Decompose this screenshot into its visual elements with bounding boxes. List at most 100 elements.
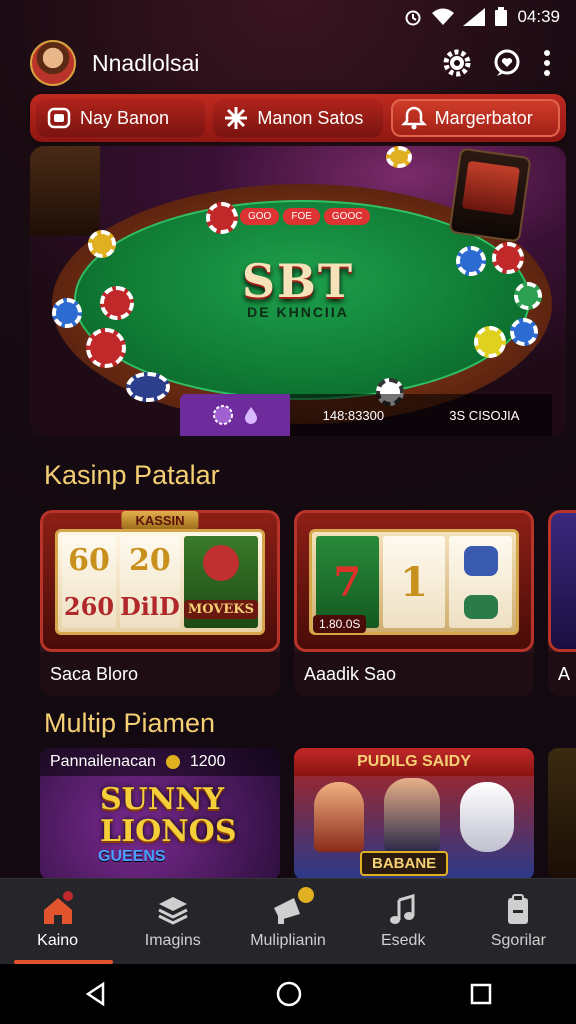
game-tile-footer: BABANE [360, 851, 449, 876]
hero-footer: 148:83300 3S CISOJIA [180, 394, 552, 436]
tab-category-1[interactable]: Nay Banon [36, 99, 206, 137]
game-tile[interactable]: A [548, 510, 576, 696]
gear-icon[interactable] [442, 48, 472, 78]
slot-cabinet-illustration [30, 146, 100, 236]
reel-symbol: 260 [63, 592, 115, 621]
chip-icon [213, 405, 233, 425]
avatar[interactable] [30, 40, 76, 86]
star-icon [225, 107, 248, 129]
tab-label: Nay Banon [80, 107, 170, 128]
game-tile[interactable]: KASSIN 60 260 20 DilD MOVEKS Saca Bloro [40, 510, 280, 696]
game-tile[interactable]: PUDILG SAIDY BABANE [294, 748, 534, 880]
poker-chip [86, 328, 126, 368]
reel-symbol: MOVEKS [183, 599, 258, 619]
nav-item-cards[interactable]: Imagins [115, 879, 230, 964]
tab-label: Margerbator [434, 107, 533, 128]
table-label: GOOC [323, 208, 371, 225]
battery-icon [495, 7, 508, 26]
poker-chip [514, 282, 542, 310]
nav-label: Imagins [144, 931, 201, 949]
nav-item-home[interactable]: Kaino [0, 879, 115, 964]
status-bar: 04:39 [0, 0, 576, 34]
character-portrait [460, 782, 514, 852]
reel-symbol: 20 [129, 543, 171, 578]
nav-item-multiplayer[interactable]: Muliplianin [230, 879, 345, 964]
reel-symbol: 1 [400, 558, 428, 606]
drop-icon [245, 407, 257, 424]
wifi-icon [432, 8, 455, 25]
game-tile[interactable]: 7 1 1.80.0S Aaadik Sao [294, 510, 534, 696]
multi-section-title: Multip Piamen [44, 708, 216, 738]
hero-stats: 148:83300 3S CISOJIA [290, 394, 552, 436]
nav-label: Esedk [380, 931, 426, 949]
slot-machine-illustration [448, 147, 532, 243]
reel-symbol-fruit [202, 545, 239, 582]
notification-badge [295, 885, 316, 905]
table-buttons: GOO FOE GOOC [240, 208, 371, 225]
reel: 1 [382, 536, 446, 628]
nav-label: Muliplianin [250, 931, 326, 949]
recents-icon[interactable] [469, 982, 493, 1006]
system-nav-bar [0, 964, 576, 1024]
bottom-nav: Kaino Imagins Muliplianin Esedk Sgorilar [0, 878, 576, 964]
status-time: 04:39 [517, 7, 560, 26]
reel-symbol-bag [463, 594, 498, 619]
game-badge: 1.80.0S [313, 615, 367, 633]
category-tabs: Nay Banon Manon Satos Margerbator [30, 94, 566, 142]
poker-chip [52, 298, 82, 328]
game-title: Aaadik Sao [294, 652, 534, 696]
nav-item-clipboard[interactable]: Sgorilar [461, 879, 576, 964]
game-tile[interactable] [548, 748, 576, 880]
casino-section-title: Kasinp Patalar [44, 460, 220, 490]
game-tag: KASSIN [121, 511, 199, 530]
character-portrait [314, 782, 364, 852]
cards-icon [158, 896, 188, 925]
app-title: Nnadlolsai [92, 49, 200, 76]
hero-play-button[interactable] [180, 394, 290, 436]
game-tile-title: SUNNY LIONOS [100, 782, 237, 849]
hero-stat-right: 3S CISOJIA [449, 407, 520, 423]
tab-category-2[interactable]: Manon Satos [213, 99, 383, 137]
game-tile-art: 7 1 1.80.0S [294, 510, 534, 652]
bell-icon [400, 106, 427, 130]
header-actions [442, 48, 552, 78]
reel-symbol: DilD [119, 592, 180, 621]
game-title: A [548, 652, 576, 696]
game-tile[interactable]: Pannailenacan 1200 SUNNY LIONOS GUEENS [40, 748, 280, 880]
reel: 20 DilD [119, 536, 180, 628]
poker-chip [88, 230, 116, 258]
back-icon[interactable] [83, 981, 109, 1007]
poker-chip [474, 326, 506, 358]
game-tile-subtitle: GUEENS [98, 848, 166, 865]
poker-chip [126, 372, 170, 402]
nav-label: Kaino [37, 931, 79, 949]
poker-chip [386, 146, 412, 168]
clipboard-icon [508, 893, 529, 924]
tab-category-3[interactable]: Margerbator [390, 99, 560, 137]
nav-item-music[interactable]: Esedk [346, 879, 461, 964]
tab-label: Manon Satos [257, 107, 364, 128]
game-title: Saca Bloro [40, 652, 280, 696]
casino-tiles: KASSIN 60 260 20 DilD MOVEKS Saca Bloro … [40, 510, 576, 696]
chat-heart-icon[interactable] [492, 48, 522, 78]
poker-chip [206, 202, 238, 234]
reel [449, 536, 513, 628]
game-tile-head-text: PUDILG SAIDY [357, 753, 471, 770]
coin-icon [165, 755, 180, 769]
reel-symbol: 60 [68, 543, 110, 578]
game-tile-head-text: Pannailenacan [50, 753, 156, 770]
hero-banner[interactable]: GOO FOE GOOC SBT DE KHNCIIA 148:83300 3S… [30, 146, 566, 436]
more-vert-icon[interactable] [542, 49, 552, 77]
poker-chip [100, 286, 134, 320]
poker-chip [510, 318, 538, 346]
multi-tiles: Pannailenacan 1200 SUNNY LIONOS GUEENS P… [40, 748, 576, 880]
slot-reels: 60 260 20 DilD MOVEKS [55, 529, 265, 635]
game-tile-art: KASSIN 60 260 20 DilD MOVEKS [40, 510, 280, 652]
coin-amount: 1200 [189, 753, 226, 770]
character-portrait [384, 778, 440, 852]
game-tile-art [548, 510, 576, 652]
screen: 04:39 Nnadlolsai Nay Banon Manon Satos M… [0, 0, 576, 1024]
slot-icon [47, 107, 71, 129]
home-circle-icon[interactable] [275, 980, 303, 1008]
alarm-icon [405, 10, 421, 26]
